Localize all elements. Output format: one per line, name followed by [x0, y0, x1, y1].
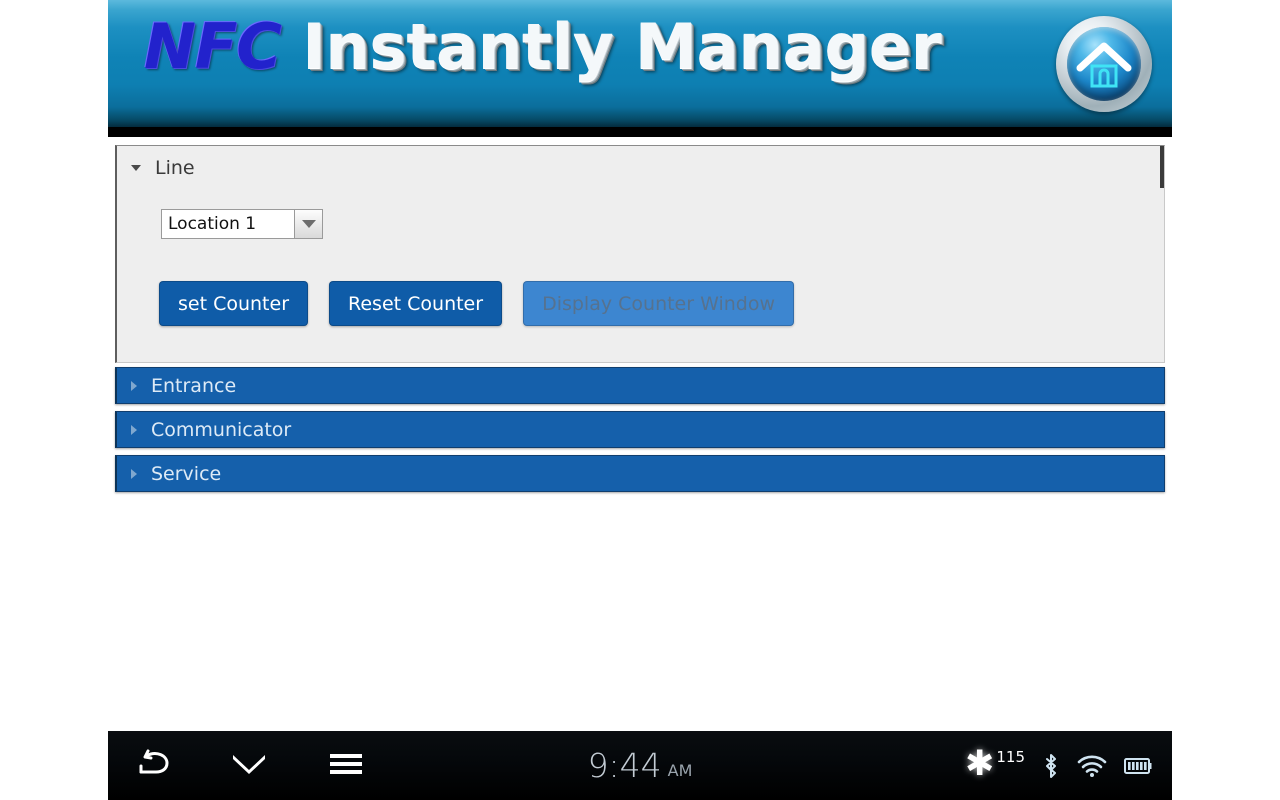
notification-indicator[interactable]: ✱ 115	[965, 743, 1025, 784]
set-counter-button[interactable]: set Counter	[159, 281, 309, 326]
line-section-title: Line	[155, 157, 195, 179]
system-navigation-bar: 9:44 AM ✱ 115	[108, 731, 1172, 800]
chevron-down-icon	[131, 165, 141, 171]
app-title-rest: Instantly Manager	[280, 10, 942, 83]
home-button[interactable]	[1056, 16, 1152, 112]
section-label-entrance: Entrance	[151, 374, 237, 397]
counter-button-row: set Counter Reset Counter Display Counte…	[159, 281, 795, 326]
notification-count-badge: 115	[996, 747, 1025, 766]
sidebar-item-entrance[interactable]: Entrance	[115, 367, 1165, 404]
location-select[interactable]: Location 1	[161, 209, 323, 239]
chevron-right-icon	[131, 380, 137, 391]
home-icon	[1067, 27, 1141, 101]
asterisk-icon: ✱	[965, 743, 995, 784]
app-title-accent: NFC	[144, 10, 282, 83]
clock-ampm: AM	[667, 761, 693, 780]
hamburger-menu-icon	[329, 752, 363, 780]
bluetooth-icon[interactable]	[1042, 752, 1060, 780]
sidebar-item-communicator[interactable]: Communicator	[115, 411, 1165, 448]
hide-keyboard-button[interactable]	[203, 731, 295, 800]
chevron-right-icon	[131, 468, 137, 479]
line-section-panel: Line Location 1 set Counter Reset Counte…	[115, 145, 1165, 363]
clock-time: 9:44	[587, 746, 662, 785]
back-button[interactable]	[108, 731, 200, 800]
battery-full-icon[interactable]	[1124, 756, 1152, 776]
panel-scrollbar[interactable]	[1160, 146, 1164, 188]
location-select-value: Location 1	[162, 210, 294, 238]
chevron-down-icon	[301, 220, 316, 228]
status-icon-tray[interactable]: ✱ 115	[965, 731, 1152, 800]
line-section-header[interactable]: Line	[117, 156, 195, 180]
menu-button[interactable]	[300, 731, 392, 800]
wifi-icon[interactable]	[1077, 754, 1107, 778]
section-label-communicator: Communicator	[151, 418, 292, 441]
app-banner: NFC Instantly Manager	[108, 0, 1172, 137]
display-counter-window-button[interactable]: Display Counter Window	[523, 281, 795, 326]
back-arrow-icon	[137, 749, 171, 783]
reset-counter-button[interactable]: Reset Counter	[329, 281, 503, 326]
app-title: NFC Instantly Manager	[144, 16, 941, 78]
app-screen: NFC Instantly Manager Line Location 1 se…	[0, 0, 1280, 800]
section-label-service: Service	[151, 462, 222, 485]
chevron-down-double-icon	[230, 751, 268, 781]
chevron-right-icon	[131, 424, 137, 435]
sidebar-item-service[interactable]: Service	[115, 455, 1165, 492]
location-select-arrow-button[interactable]	[294, 210, 322, 238]
